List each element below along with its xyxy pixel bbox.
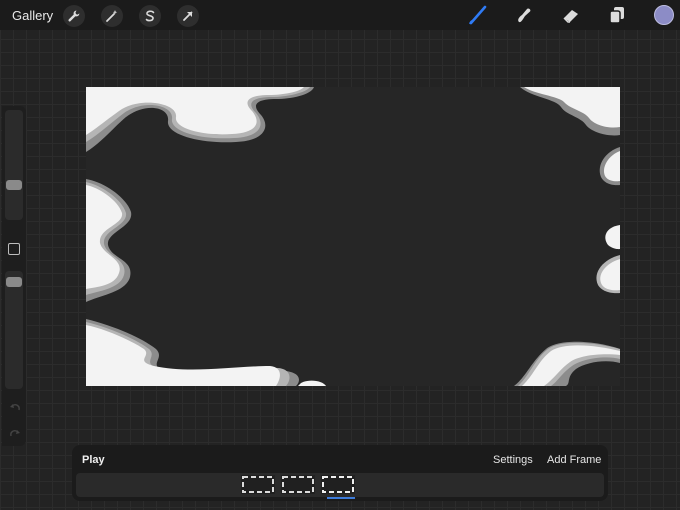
adjustments-wand-icon[interactable] — [101, 5, 123, 27]
brush-size-slider[interactable] — [5, 110, 23, 220]
smoke-artwork — [86, 87, 620, 386]
eraser-icon[interactable] — [559, 4, 583, 26]
frame-thumbnail[interactable] — [281, 475, 315, 494]
add-frame-button[interactable]: Add Frame — [547, 454, 601, 466]
layers-icon[interactable] — [605, 4, 629, 26]
brush-size-thumb[interactable] — [6, 180, 22, 190]
drawing-canvas[interactable] — [86, 87, 620, 386]
modify-button[interactable] — [8, 243, 20, 255]
timeline — [76, 473, 604, 499]
opacity-thumb[interactable] — [6, 277, 22, 287]
brush-icon[interactable] — [466, 4, 490, 26]
sidebar — [2, 106, 26, 446]
smudge-icon[interactable] — [512, 4, 536, 26]
selection-s-icon[interactable] — [139, 5, 161, 27]
actions-wrench-icon[interactable] — [63, 5, 85, 27]
frame-thumbnail-selected[interactable] — [321, 475, 355, 494]
animation-assist-panel: Play Settings Add Frame — [72, 445, 608, 501]
color-swatch[interactable] — [654, 5, 674, 25]
play-button[interactable]: Play — [82, 454, 105, 466]
top-toolbar: Gallery — [0, 0, 680, 30]
opacity-slider[interactable] — [5, 271, 23, 389]
selected-frame-indicator — [327, 497, 355, 499]
transform-arrow-icon[interactable] — [177, 5, 199, 27]
gallery-button[interactable]: Gallery — [12, 8, 53, 23]
undo-button[interactable] — [8, 401, 22, 415]
frame-thumbnail[interactable] — [241, 475, 275, 494]
redo-button[interactable] — [8, 427, 22, 441]
settings-button[interactable]: Settings — [493, 454, 533, 466]
